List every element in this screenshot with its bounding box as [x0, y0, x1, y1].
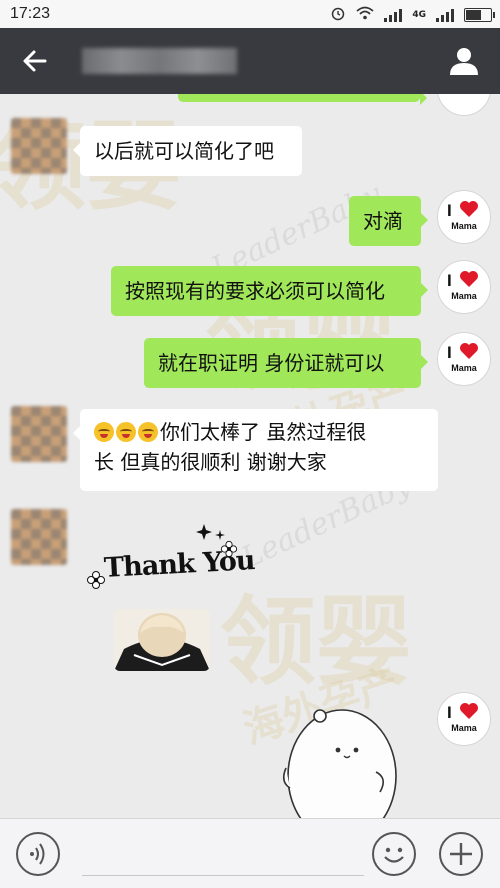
my-avatar-previous[interactable]	[437, 94, 491, 116]
contact-avatar[interactable]	[11, 118, 67, 174]
bear-sticker[interactable]	[280, 698, 400, 818]
sticker-photo	[114, 609, 210, 671]
cell-signal-icon	[384, 8, 403, 22]
more-options-button[interactable]	[439, 832, 483, 876]
my-avatar[interactable]: I Mama	[437, 332, 491, 386]
my-avatar[interactable]: I Mama	[437, 190, 491, 244]
voice-input-button[interactable]	[16, 832, 60, 876]
flower-icon	[87, 571, 105, 589]
grinning-sweat-emoji-icon	[94, 422, 114, 442]
message-bubble-previous[interactable]	[178, 94, 427, 105]
status-time: 17:23	[10, 5, 51, 22]
sticker-caption: Thank You	[103, 545, 256, 584]
status-bar: 17:23 4G	[0, 0, 500, 28]
message-bubble[interactable]: 你们太棒了 虽然过程很 长 但真的很顺利 谢谢大家	[73, 409, 438, 491]
message-bubble[interactable]: 以后就可以简化了吧	[73, 126, 302, 176]
wifi-icon	[356, 6, 374, 24]
voice-icon	[30, 843, 45, 865]
emoji-button[interactable]	[372, 832, 416, 876]
message-bubble[interactable]: 对滴	[349, 196, 428, 246]
grinning-sweat-emoji-icon	[116, 422, 136, 442]
cell-signal-icon-2	[436, 8, 454, 22]
back-arrow-icon[interactable]	[20, 46, 50, 76]
watermark-big-2: 领婴	[220, 585, 412, 698]
chat-title-blurred	[82, 48, 237, 74]
message-bubble[interactable]: 就在职证明 身份证就可以	[144, 338, 428, 388]
plus-icon	[450, 843, 472, 865]
input-toolbar	[0, 818, 500, 888]
contact-avatar[interactable]	[11, 406, 67, 462]
chat-header	[0, 28, 500, 94]
message-line: 你们太棒了 虽然过程很	[94, 417, 424, 447]
smiley-icon	[384, 847, 404, 863]
message-bubble[interactable]: 按照现有的要求必须可以简化	[111, 266, 428, 316]
grinning-sweat-emoji-icon	[138, 422, 158, 442]
my-avatar[interactable]: I Mama	[437, 260, 491, 314]
message-list[interactable]: LeaderBaby 领婴 海外孕产 LeaderBaby 领婴 海外孕产 领婴…	[0, 94, 500, 818]
my-avatar[interactable]: I Mama	[437, 692, 491, 746]
alarm-icon	[330, 5, 346, 25]
battery-icon	[464, 8, 495, 22]
message-line: 长 但真的很顺利 谢谢大家	[94, 450, 327, 474]
person-icon[interactable]	[448, 45, 480, 77]
network-type-label: 4G	[412, 10, 426, 20]
contact-avatar[interactable]	[11, 509, 67, 565]
message-input[interactable]	[82, 835, 364, 876]
